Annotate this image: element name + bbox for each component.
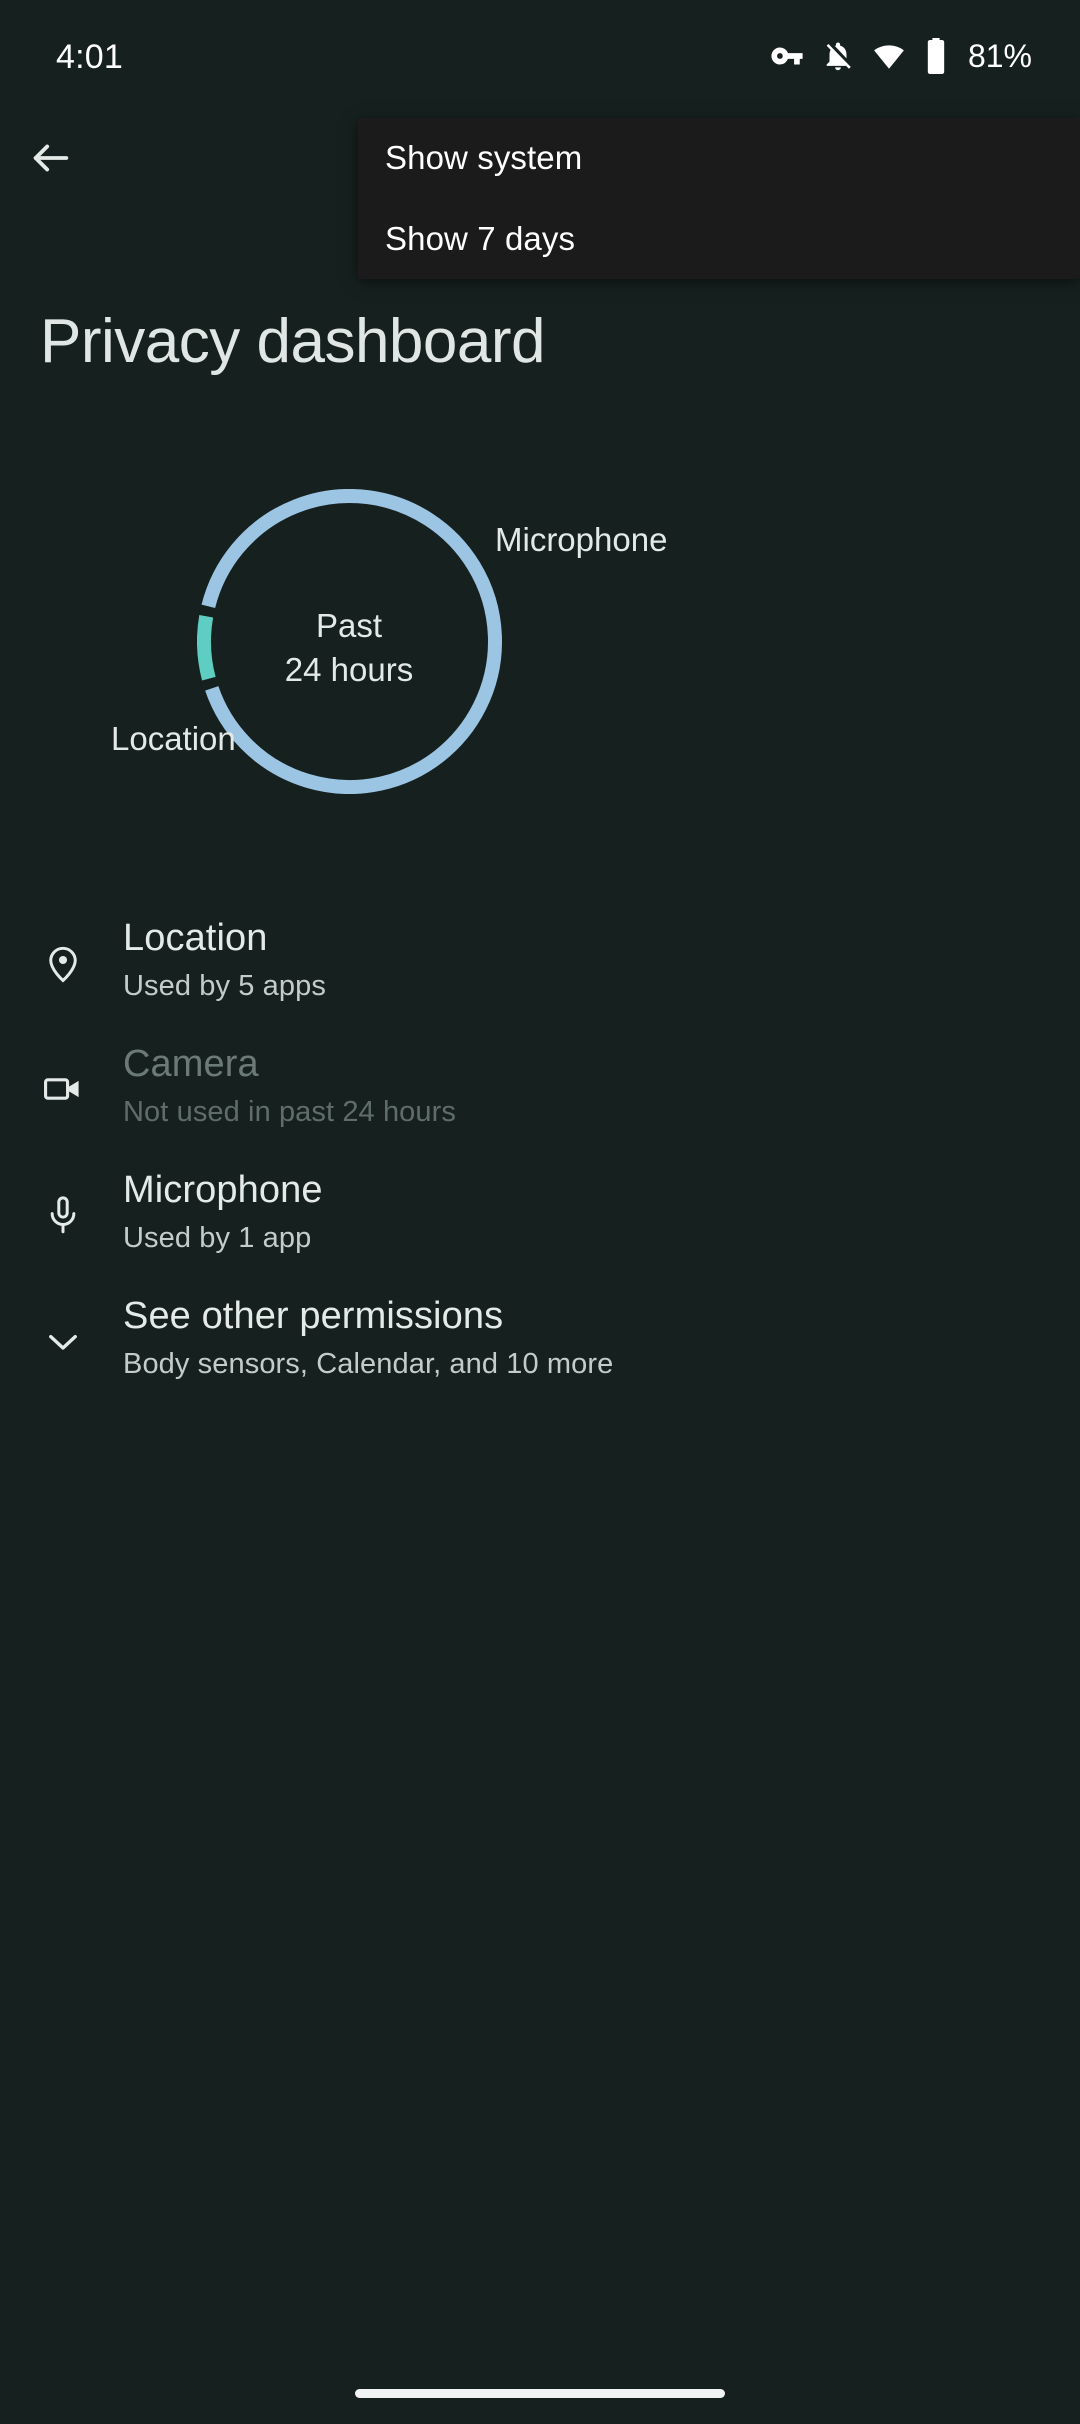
overflow-menu[interactable]: Show system Show 7 days (358, 118, 1080, 279)
notifications-off-icon (821, 39, 855, 73)
battery-icon (923, 38, 949, 74)
permission-row-camera[interactable]: Camera Not used in past 24 hours (0, 1026, 1080, 1152)
location-pin-icon (40, 940, 86, 986)
donut-center-label: Past 24 hours (199, 604, 499, 692)
permission-text-block: Camera Not used in past 24 hours (123, 1040, 983, 1132)
menu-item-show-system[interactable]: Show system (358, 118, 1080, 198)
chart-label-location: Location (111, 720, 236, 757)
page-title: Privacy dashboard (40, 307, 546, 376)
donut-center-line2: 24 hours (284, 651, 414, 688)
permission-row-microphone[interactable]: Microphone Used by 1 app (0, 1152, 1080, 1278)
menu-item-show-7-days[interactable]: Show 7 days (358, 199, 1080, 279)
chart-label-microphone: Microphone (495, 521, 668, 558)
status-bar-icons: 81% (770, 36, 1032, 76)
permission-text-block: See other permissions Body sensors, Cale… (123, 1292, 983, 1384)
permission-list: Location Used by 5 apps Camera Not used … (0, 900, 1080, 1404)
wifi-icon (872, 39, 906, 73)
vpn-key-icon (770, 39, 804, 73)
videocam-icon (40, 1066, 86, 1112)
permission-subtitle: Body sensors, Calendar, and 10 more (123, 1348, 614, 1380)
permission-title: Microphone (123, 1169, 323, 1211)
permission-title: Camera (123, 1043, 259, 1085)
permission-subtitle: Used by 5 apps (123, 970, 326, 1002)
menu-item-label: Show 7 days (385, 220, 576, 257)
permission-text-block: Microphone Used by 1 app (123, 1166, 983, 1258)
permission-title: Location (123, 917, 268, 959)
permission-subtitle: Used by 1 app (123, 1222, 312, 1254)
microphone-icon (40, 1192, 86, 1238)
back-button[interactable] (20, 129, 82, 191)
chevron-down-icon (40, 1318, 86, 1364)
status-bar: 4:01 81% (0, 0, 1080, 112)
privacy-usage-donut-chart: Past 24 hours Microphone Location (0, 470, 1080, 830)
status-bar-clock: 4:01 (56, 38, 123, 76)
privacy-dashboard-screen: 4:01 81% Show system Show 7 days Privacy… (0, 0, 1080, 2424)
arrow-back-icon (28, 135, 74, 186)
menu-item-label: Show system (385, 139, 583, 176)
battery-percentage-label: 81% (967, 37, 1032, 74)
permission-row-see-other-permissions[interactable]: See other permissions Body sensors, Cale… (0, 1278, 1080, 1404)
home-indicator[interactable] (355, 2389, 725, 2398)
permission-title: See other permissions (123, 1295, 504, 1337)
permission-subtitle: Not used in past 24 hours (123, 1096, 456, 1128)
permission-row-location[interactable]: Location Used by 5 apps (0, 900, 1080, 1026)
permission-text-block: Location Used by 5 apps (123, 914, 983, 1006)
donut-center-line1: Past (315, 607, 383, 644)
